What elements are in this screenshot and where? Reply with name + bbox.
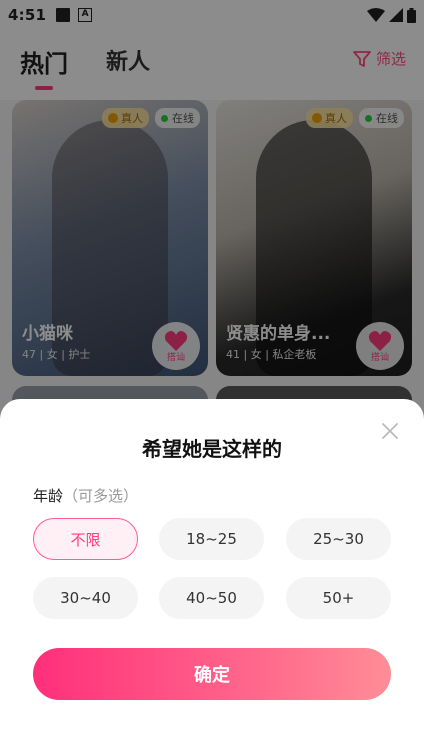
age-option-25-30[interactable]: 25~30 — [286, 518, 391, 560]
age-option-30-40[interactable]: 30~40 — [33, 577, 138, 619]
age-option-50-plus[interactable]: 50+ — [286, 577, 391, 619]
age-option-unlimited[interactable]: 不限 — [33, 518, 138, 560]
sheet-title: 希望她是这样的 — [142, 437, 282, 461]
age-option-40-50[interactable]: 40~50 — [159, 577, 264, 619]
age-label: 年龄 — [33, 487, 64, 505]
confirm-button[interactable]: 确定 — [33, 648, 391, 700]
multi-select-hint: （可多选） — [63, 487, 139, 505]
age-section-label: 年龄（可多选） — [33, 485, 138, 506]
close-icon[interactable] — [380, 421, 400, 441]
age-option-18-25[interactable]: 18~25 — [159, 518, 264, 560]
filter-sheet: 希望她是这样的 年龄（可多选） 不限 18~25 25~30 30~40 40~… — [0, 399, 424, 755]
